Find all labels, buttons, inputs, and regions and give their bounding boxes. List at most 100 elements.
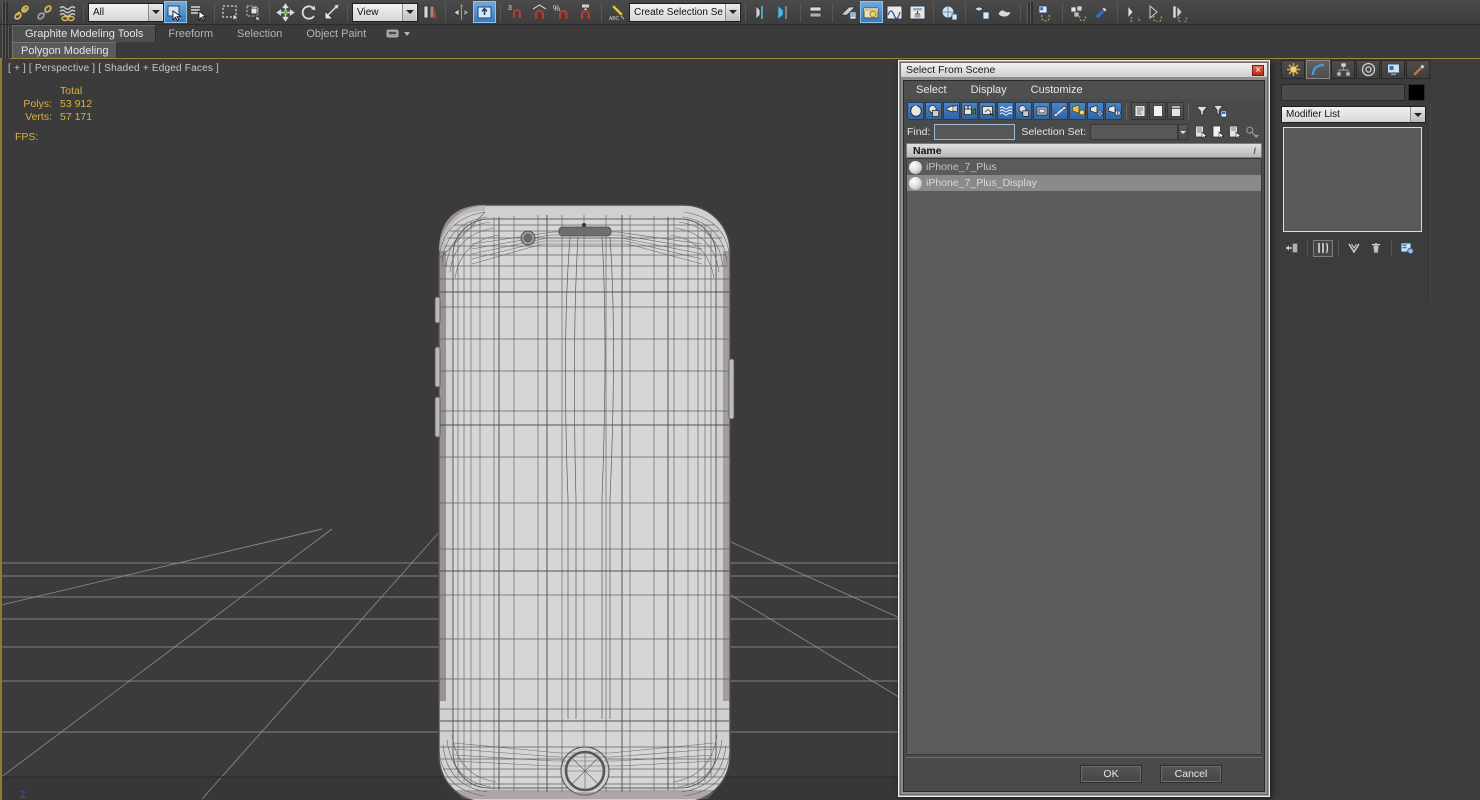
coordinate-system-combo[interactable]: View (352, 2, 418, 22)
menu-customize[interactable]: Customize (1031, 84, 1097, 96)
modifier-stack-list[interactable] (1283, 127, 1422, 232)
render-iterative-icon[interactable] (1122, 1, 1145, 23)
list-item[interactable]: iPhone_7_Plus (907, 159, 1261, 175)
show-end-result-icon[interactable] (1313, 239, 1333, 257)
window-crossing-icon[interactable] (242, 1, 265, 23)
display-tab-icon[interactable] (1381, 60, 1405, 79)
select-region-icon[interactable] (219, 1, 242, 23)
selection-set-input[interactable] (1090, 124, 1179, 140)
motion-tab-icon[interactable] (1356, 60, 1380, 79)
remove-modifier-icon[interactable] (1366, 240, 1386, 257)
ok-button[interactable]: OK (1080, 764, 1142, 783)
select-rotate-icon[interactable] (297, 1, 320, 23)
ribbon-tab-selection[interactable]: Selection (225, 25, 294, 42)
display-lights-icon[interactable] (943, 102, 960, 120)
render-production-icon[interactable] (993, 1, 1016, 23)
filter-icon[interactable] (1193, 102, 1210, 120)
find-input[interactable] (934, 124, 1016, 140)
array-icon[interactable] (773, 1, 796, 23)
search-options-icon[interactable] (1244, 123, 1261, 141)
expand-all-icon[interactable] (1149, 102, 1166, 120)
display-cameras-icon[interactable] (961, 102, 978, 120)
close-icon[interactable] (1252, 65, 1264, 76)
angle-snap-icon[interactable] (528, 1, 551, 23)
display-helpers-icon[interactable] (979, 102, 996, 120)
schematic-view-icon[interactable] (906, 1, 929, 23)
remove-from-set-icon[interactable] (1226, 123, 1243, 141)
ribbon-tab-graphite-modeling-tools[interactable]: Graphite Modeling Tools (12, 25, 157, 42)
ribbon-tab-freeform[interactable]: Freeform (156, 25, 225, 42)
dialog-title-bar[interactable]: Select From Scene (901, 63, 1267, 78)
ribbon-toggle-icon[interactable] (837, 1, 860, 23)
snap-toggle-icon[interactable]: 3 (505, 1, 528, 23)
list-types-icon[interactable] (1131, 102, 1148, 120)
display-geometry-icon[interactable] (907, 102, 924, 120)
collapse-all-icon[interactable] (1167, 102, 1184, 120)
render-settings-icon[interactable] (1035, 1, 1058, 23)
make-unique-icon[interactable] (1344, 240, 1364, 257)
display-groups-icon[interactable] (1015, 102, 1032, 120)
mirror-tool-icon[interactable] (750, 1, 773, 23)
toolbar-grip-2[interactable] (1027, 1, 1033, 23)
chevron-down-icon[interactable] (402, 3, 416, 21)
create-tab-icon[interactable] (1281, 60, 1305, 79)
percent-snap-icon[interactable]: % (551, 1, 574, 23)
display-shapes-icon[interactable] (925, 102, 942, 120)
layer-manager-icon[interactable] (805, 1, 828, 23)
render-frame-icon[interactable] (970, 1, 993, 23)
scene-objects-icon[interactable] (1067, 1, 1090, 23)
select-by-name-icon[interactable] (187, 1, 210, 23)
display-bones-icon[interactable] (1051, 102, 1068, 120)
select-move-icon[interactable] (274, 1, 297, 23)
list-item[interactable]: iPhone_7_Plus_Display (907, 175, 1261, 191)
object-name-input[interactable] (1281, 84, 1405, 101)
advanced-filter-icon[interactable] (1211, 102, 1228, 120)
add-to-set-icon[interactable] (1209, 123, 1226, 141)
toolbar-grip[interactable] (2, 1, 8, 23)
display-space-warps-icon[interactable] (997, 102, 1014, 120)
modifier-list-dropdown[interactable]: Modifier List (1281, 106, 1426, 123)
select-scale-icon[interactable] (320, 1, 343, 23)
hierarchy-tab-icon[interactable] (1331, 60, 1355, 79)
chevron-down-icon[interactable] (1410, 107, 1425, 122)
spinner-snap-icon[interactable] (574, 1, 597, 23)
menu-display[interactable]: Display (971, 84, 1021, 96)
select-by-set-icon[interactable] (1192, 123, 1209, 141)
selection-filter-combo[interactable]: All (88, 2, 164, 22)
bind-space-warp-icon[interactable] (56, 1, 79, 23)
material-editor-icon[interactable] (860, 1, 883, 23)
chevron-down-icon[interactable] (148, 3, 162, 21)
display-influences-icon[interactable] (1069, 102, 1086, 120)
named-selection-set-combo[interactable]: Create Selection Se (629, 2, 741, 22)
use-pivot-icon[interactable] (418, 1, 441, 23)
mirror-icon[interactable] (450, 1, 473, 23)
render-setup-icon[interactable] (938, 1, 961, 23)
chevron-down-icon[interactable] (1178, 124, 1189, 140)
unlink-icon[interactable] (33, 1, 56, 23)
paint-tool-icon[interactable] (1090, 1, 1113, 23)
align-icon[interactable] (473, 1, 496, 23)
select-link-icon[interactable] (10, 1, 33, 23)
object-color-swatch[interactable] (1408, 84, 1425, 101)
select-object-icon[interactable] (164, 1, 187, 23)
utilities-tab-icon[interactable] (1406, 60, 1430, 79)
menu-select[interactable]: Select (916, 84, 961, 96)
display-unselected-icon[interactable] (1105, 102, 1122, 120)
perspective-viewport[interactable]: [ + ] [ Perspective ] [ Shaded + Edged F… (0, 59, 898, 800)
modify-tab-icon[interactable] (1306, 60, 1330, 79)
edit-named-sets-icon[interactable]: ABC (606, 1, 629, 23)
render-region-icon[interactable] (1145, 1, 1168, 23)
configure-sets-icon[interactable] (1397, 240, 1417, 257)
pin-stack-icon[interactable] (1282, 240, 1302, 257)
list-column-header[interactable]: Name / (906, 143, 1262, 158)
ribbon-subtab-polygon-modeling[interactable]: Polygon Modeling (12, 42, 118, 58)
ribbon-grip[interactable] (2, 25, 10, 59)
display-xrefs-icon[interactable] (1033, 102, 1050, 120)
curve-editor-icon[interactable] (883, 1, 906, 23)
cancel-button[interactable]: Cancel (1160, 764, 1222, 783)
ribbon-options-icon[interactable] (378, 25, 418, 42)
chevron-down-icon[interactable] (725, 3, 739, 21)
activeshade-icon[interactable] (1168, 1, 1191, 23)
ribbon-tab-object-paint[interactable]: Object Paint (294, 25, 378, 42)
scene-object-list[interactable]: iPhone_7_Plus iPhone_7_Plus_Display (906, 158, 1262, 755)
